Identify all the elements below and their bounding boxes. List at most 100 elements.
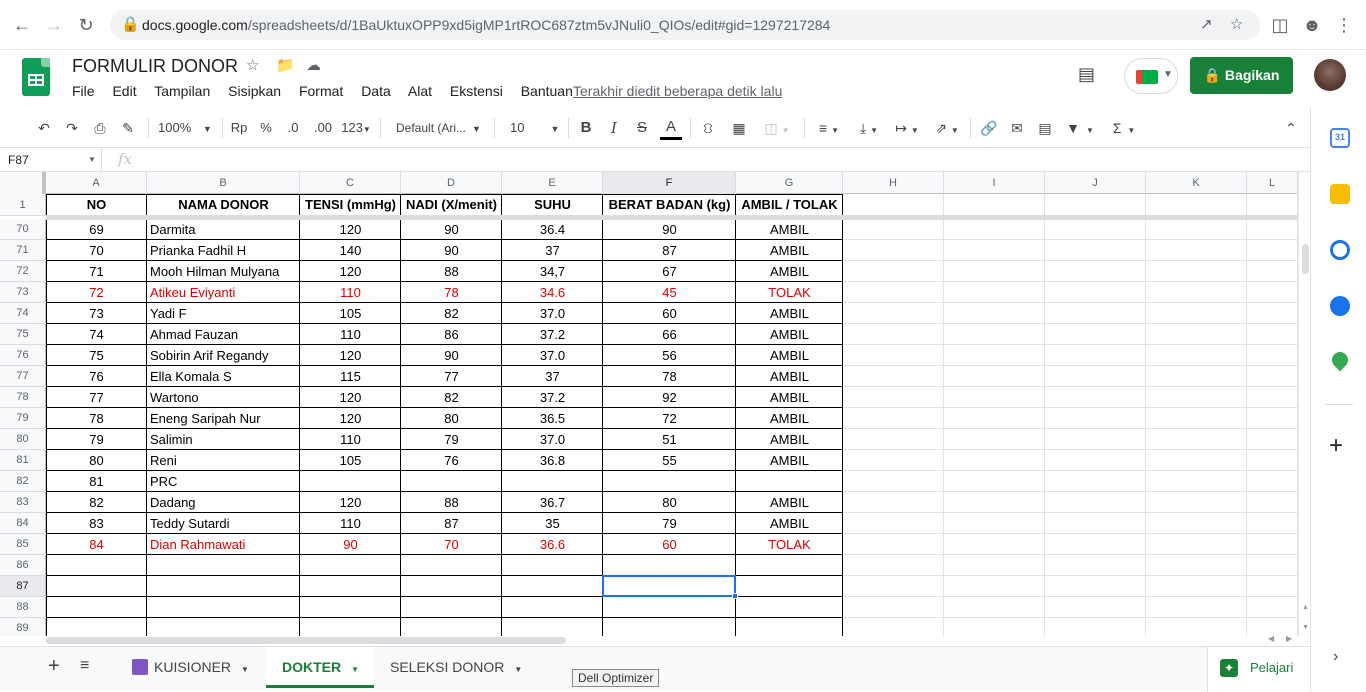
italic-button[interactable]: I — [604, 118, 624, 138]
table-cell[interactable]: 90 — [401, 240, 502, 261]
table-cell[interactable]: 120 — [300, 387, 401, 408]
table-cell[interactable] — [147, 597, 300, 618]
table-cell[interactable]: 75 — [46, 345, 147, 366]
table-cell[interactable]: 140 — [300, 240, 401, 261]
table-cell[interactable]: 37.2 — [502, 387, 603, 408]
menu-tools[interactable]: Alat — [408, 83, 432, 99]
table-cell[interactable]: 76 — [46, 366, 147, 387]
spreadsheet-grid[interactable]: ABCDEFGHIJKL 1 NO NAMA DONOR TENSI (mmHg) NA… — [0, 172, 1310, 636]
side-panel-icon[interactable]: ◫ — [1268, 13, 1292, 37]
row-header-88[interactable]: 88 — [0, 597, 46, 618]
bold-button[interactable]: B — [576, 118, 596, 138]
column-header-e[interactable]: E — [502, 172, 603, 194]
chevron-right-icon[interactable]: › — [1333, 648, 1338, 666]
table-cell[interactable]: 77 — [401, 366, 502, 387]
table-cell[interactable]: Sobirin Arif Regandy — [147, 345, 300, 366]
table-cell[interactable]: 37.0 — [502, 429, 603, 450]
borders-icon[interactable]: ▦ — [728, 118, 750, 138]
meet-button[interactable]: ▼ — [1124, 58, 1178, 94]
header-cell[interactable]: NO — [46, 194, 147, 216]
table-cell[interactable]: 34.6 — [502, 282, 603, 303]
column-header-b[interactable]: B — [147, 172, 300, 194]
table-cell[interactable]: 70 — [46, 240, 147, 261]
add-sheet-icon[interactable]: + — [48, 655, 60, 678]
insert-link-icon[interactable]: 🔗 — [978, 118, 1000, 138]
sheet-tab-dokter[interactable]: DOKTER ▼ — [266, 647, 374, 688]
table-cell[interactable]: 90 — [300, 534, 401, 555]
row-header-71[interactable]: 71 — [0, 240, 46, 261]
table-cell[interactable] — [736, 597, 843, 618]
table-cell[interactable]: 110 — [300, 513, 401, 534]
column-header-g[interactable]: G — [736, 172, 843, 194]
row-header-75[interactable]: 75 — [0, 324, 46, 345]
menu-help[interactable]: Bantuan — [521, 83, 573, 99]
table-cell[interactable]: 86 — [401, 324, 502, 345]
cloud-status-icon[interactable]: ☁ — [306, 56, 321, 74]
paint-format-icon[interactable]: ✎ — [118, 118, 138, 138]
fill-color-icon[interactable]: ⛻ — [698, 118, 718, 138]
insert-comment-icon[interactable]: ✉ — [1006, 118, 1028, 138]
comment-history-icon[interactable]: ▤ — [1078, 64, 1095, 85]
table-cell[interactable]: 110 — [300, 282, 401, 303]
table-cell[interactable]: 90 — [401, 345, 502, 366]
table-cell[interactable] — [300, 597, 401, 618]
table-cell[interactable]: 120 — [300, 408, 401, 429]
table-cell[interactable]: Atikeu Eviyanti — [147, 282, 300, 303]
print-icon[interactable]: ⎙ — [90, 118, 110, 138]
table-cell[interactable]: 71 — [46, 261, 147, 282]
table-cell[interactable]: 90 — [603, 219, 736, 240]
header-cell[interactable]: AMBIL / TOLAK — [736, 194, 843, 216]
table-cell[interactable] — [300, 555, 401, 576]
table-cell[interactable]: AMBIL — [736, 429, 843, 450]
document-title[interactable]: FORMULIR DONOR — [72, 56, 238, 77]
column-header-f[interactable]: F — [603, 172, 736, 194]
table-cell[interactable]: AMBIL — [736, 345, 843, 366]
row-header-84[interactable]: 84 — [0, 513, 46, 534]
table-cell[interactable]: 78 — [603, 366, 736, 387]
header-cell[interactable]: SUHU — [502, 194, 603, 216]
table-cell[interactable]: 37.0 — [502, 303, 603, 324]
table-cell[interactable]: Ahmad Fauzan — [147, 324, 300, 345]
all-sheets-icon[interactable]: ≡ — [80, 657, 89, 675]
table-cell[interactable] — [401, 576, 502, 597]
table-cell[interactable] — [300, 576, 401, 597]
row-header-76[interactable]: 76 — [0, 345, 46, 366]
functions-icon[interactable]: Σ ▼ — [1106, 118, 1142, 138]
table-cell[interactable]: 90 — [401, 219, 502, 240]
table-cell[interactable]: 79 — [603, 513, 736, 534]
table-cell[interactable]: 34,7 — [502, 261, 603, 282]
table-cell[interactable] — [147, 555, 300, 576]
row-header-82[interactable]: 82 — [0, 471, 46, 492]
column-header-i[interactable]: I — [944, 172, 1045, 194]
table-cell[interactable]: 55 — [603, 450, 736, 471]
menu-edit[interactable]: Edit — [112, 83, 136, 99]
freeze-divider[interactable] — [46, 215, 1298, 220]
table-cell[interactable]: AMBIL — [736, 408, 843, 429]
browser-menu-icon[interactable]: ⋮ — [1332, 13, 1356, 37]
menu-extensions[interactable]: Ekstensi — [450, 83, 503, 99]
selected-cell-outline[interactable] — [602, 575, 736, 597]
text-rotation-icon[interactable]: ⇗ ▼ — [930, 118, 964, 138]
column-header-k[interactable]: K — [1146, 172, 1247, 194]
table-cell[interactable]: 80 — [401, 408, 502, 429]
sheet-tab-seleksi-donor[interactable]: SELEKSI DONOR ▼ — [376, 647, 536, 688]
table-cell[interactable]: 83 — [46, 513, 147, 534]
strikethrough-button[interactable]: S — [632, 118, 652, 138]
vertical-scrollbar[interactable]: ▲ ▼ — [1298, 172, 1310, 636]
menu-file[interactable]: File — [72, 83, 95, 99]
table-cell[interactable]: 88 — [401, 492, 502, 513]
text-wrap-icon[interactable]: ↦ ▼ — [890, 118, 924, 138]
table-cell[interactable]: TOLAK — [736, 282, 843, 303]
table-cell[interactable] — [46, 618, 147, 636]
scroll-right-icon[interactable]: ▶ — [1286, 634, 1292, 643]
last-edit-link[interactable]: Terakhir diedit beberapa detik lalu — [573, 83, 782, 99]
table-cell[interactable] — [401, 471, 502, 492]
filter-icon[interactable]: ▼ ▼ — [1062, 118, 1098, 138]
table-cell[interactable]: 72 — [603, 408, 736, 429]
table-cell[interactable]: 120 — [300, 345, 401, 366]
table-cell[interactable]: 37.2 — [502, 324, 603, 345]
table-cell[interactable]: 37 — [502, 240, 603, 261]
table-cell[interactable]: 36.6 — [502, 534, 603, 555]
table-cell[interactable] — [46, 576, 147, 597]
table-cell[interactable]: 73 — [46, 303, 147, 324]
